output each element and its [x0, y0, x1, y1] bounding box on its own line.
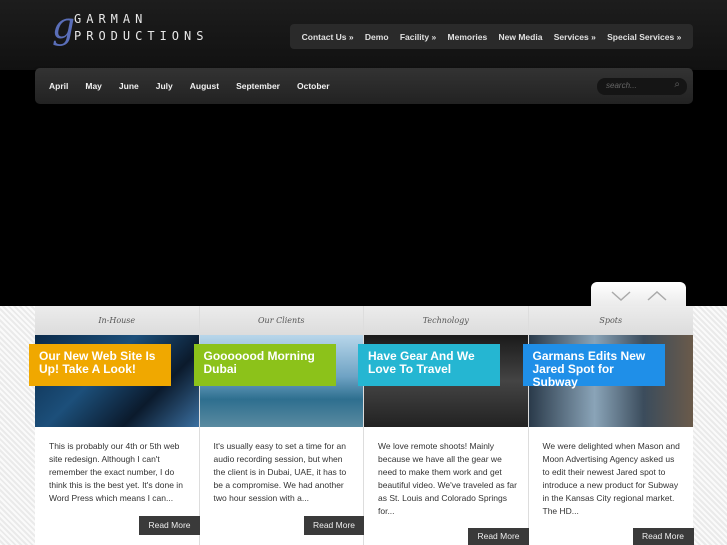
- month-june[interactable]: June: [119, 81, 139, 91]
- main-nav: Contact Us » Demo Facility » Memories Ne…: [290, 24, 693, 49]
- month-may[interactable]: May: [85, 81, 102, 91]
- post-title[interactable]: Our New Web Site Is Up! Take A Look!: [29, 344, 171, 386]
- logo-subtitle: PRODUCTIONS: [74, 29, 209, 43]
- read-more-button[interactable]: Read More: [303, 516, 365, 535]
- month-nav: April May June July August September Oct…: [49, 68, 347, 104]
- post-title[interactable]: Have Gear And We Love To Travel: [358, 344, 500, 386]
- post-category[interactable]: Our Clients: [199, 306, 363, 335]
- site-logo[interactable]: g GARMAN PRODUCTIONS: [52, 6, 242, 47]
- post-excerpt: We love remote shoots! Mainly because we…: [378, 441, 517, 516]
- logo-mark: g: [52, 6, 76, 47]
- post-columns: In-House Our New Web Site Is Up! Take A …: [29, 306, 694, 545]
- slider-toggle: [591, 282, 686, 308]
- read-more-button[interactable]: Read More: [468, 528, 529, 545]
- nav-memories[interactable]: Memories: [448, 32, 488, 42]
- search-icon[interactable]: ⌕: [674, 79, 680, 90]
- post-card: Our Clients Gooooood Morning Dubai It's …: [193, 306, 365, 545]
- read-more-button[interactable]: Read More: [632, 528, 694, 545]
- nav-new-media[interactable]: New Media: [499, 32, 543, 42]
- chevron-down-icon[interactable]: [611, 291, 631, 301]
- logo-name: GARMAN: [74, 12, 148, 26]
- post-excerpt: We were delighted when Mason and Moon Ad…: [542, 441, 680, 516]
- chevron-up-icon[interactable]: [647, 291, 667, 301]
- header: g GARMAN PRODUCTIONS Contact Us » Demo F…: [0, 0, 727, 70]
- search-input[interactable]: search... ⌕: [597, 78, 687, 95]
- post-card: Spots Garmans Edits New Jared Spot for S…: [522, 306, 694, 545]
- featured-slider-area: [0, 104, 727, 306]
- nav-demo[interactable]: Demo: [365, 32, 389, 42]
- post-title[interactable]: Gooooood Morning Dubai: [193, 344, 336, 386]
- search-placeholder: search...: [606, 81, 637, 90]
- month-april[interactable]: April: [49, 81, 68, 91]
- archive-bar: April May June July August September Oct…: [35, 68, 693, 104]
- month-august[interactable]: August: [190, 81, 219, 91]
- post-card: Technology Have Gear And We Love To Trav…: [358, 306, 529, 545]
- nav-contact-us[interactable]: Contact Us »: [302, 32, 354, 42]
- nav-facility[interactable]: Facility »: [400, 32, 436, 42]
- month-october[interactable]: October: [297, 81, 330, 91]
- post-card: In-House Our New Web Site Is Up! Take A …: [29, 306, 200, 545]
- post-excerpt: It's usually easy to set a time for an a…: [213, 441, 347, 503]
- month-september[interactable]: September: [236, 81, 280, 91]
- post-category[interactable]: Spots: [528, 306, 693, 335]
- month-july[interactable]: July: [156, 81, 173, 91]
- post-category[interactable]: Technology: [364, 306, 528, 335]
- page: g GARMAN PRODUCTIONS Contact Us » Demo F…: [0, 0, 727, 545]
- nav-services[interactable]: Services »: [554, 32, 596, 42]
- post-title[interactable]: Garmans Edits New Jared Spot for Subway: [522, 344, 665, 389]
- read-more-button[interactable]: Read More: [139, 516, 200, 535]
- post-category[interactable]: In-House: [35, 306, 199, 335]
- post-excerpt: This is probably our 4th or 5th web site…: [49, 441, 183, 503]
- nav-special-services[interactable]: Special Services »: [607, 32, 681, 42]
